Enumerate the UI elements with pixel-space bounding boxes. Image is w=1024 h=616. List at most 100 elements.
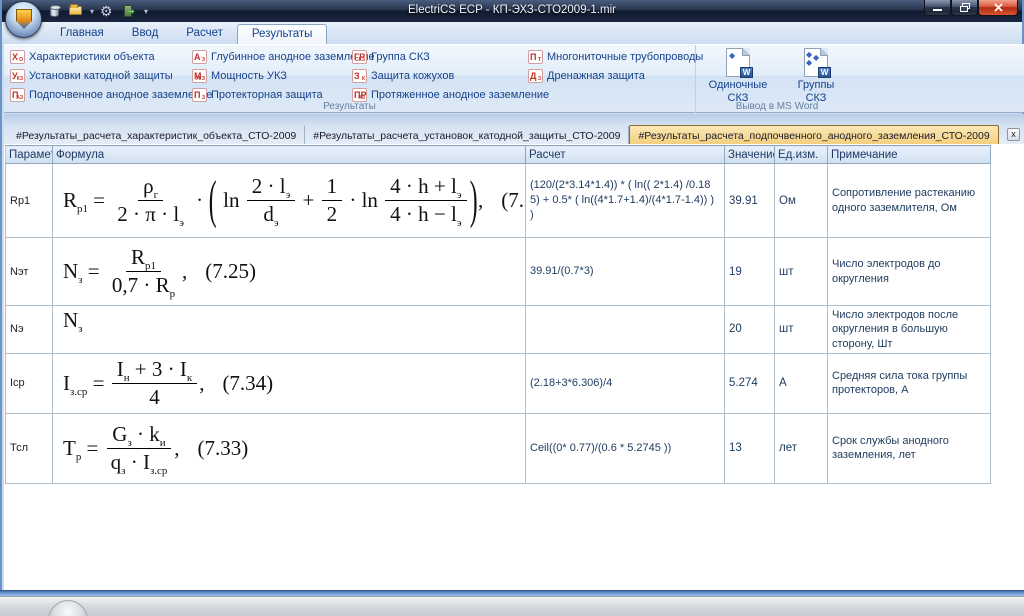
formula-cell: Nз = Rр10,7 · Rр,(7.25)	[53, 238, 526, 306]
note-cell: Срок службы анодного заземления, лет	[828, 413, 991, 483]
app-logo-icon	[16, 9, 32, 29]
group-skz-word-button[interactable]: ◆ ◆ ◆ W Группы СКЗ	[781, 48, 851, 105]
col-header-formula[interactable]: Формула	[53, 146, 526, 164]
col-header-param[interactable]: Параметр	[6, 146, 53, 164]
unit-cell: шт	[775, 238, 828, 306]
casing-protection-icon: ЗК	[352, 69, 367, 83]
calc-cell: Ceil((0* 0.77)/(0.6 * 5.2745 ))	[526, 413, 725, 483]
col-header-calc[interactable]: Расчет	[526, 146, 725, 164]
deep-anode-grounding-icon: АЗ	[192, 50, 207, 64]
col-header-unit[interactable]: Ед.изм.	[775, 146, 828, 164]
table-row[interactable]: Rp1 Rр1 = ρг2 · π · lэ · ( ln 2 · lэdэ +…	[6, 164, 991, 238]
skz-group-icon: ГРСКЗ	[352, 50, 367, 64]
subsoil-anode-grounding-icon: ПАЗ	[10, 88, 25, 102]
results-table: Параметр Формула Расчет Значение Ед.изм.…	[5, 145, 991, 484]
restore-button[interactable]	[951, 0, 978, 16]
table-row[interactable]: Nэт Nз = Rр10,7 · Rр,(7.25) 39.91/(0.7*3…	[6, 238, 991, 306]
ribbon-item-casing-protection[interactable]: ЗК Защита кожухов	[352, 68, 549, 83]
calc-cell	[526, 306, 725, 354]
ribbon: ХО Характеристики объекта УКЗ Установки …	[4, 44, 1024, 113]
tab-raschet[interactable]: Расчет	[172, 24, 237, 44]
unit-cell: лет	[775, 413, 828, 483]
cathodic-protection-units-icon: УКЗ	[10, 69, 25, 83]
formula-cell: Tр = Gз · kиqз · Iз.ср,(7.33)	[53, 413, 526, 483]
doc-tab-cathodic-protection[interactable]: #Результаты_расчета_установок_катодной_з…	[305, 126, 629, 144]
value-cell: 5.274	[725, 353, 775, 413]
application-menu-orb[interactable]	[5, 1, 42, 38]
note-cell: Число электродов после округления в боль…	[828, 306, 991, 354]
calc-cell: 39.91/(0.7*3)	[526, 238, 725, 306]
ribbon-item-ukz-power[interactable]: МУКЗ Мощность УКЗ	[192, 68, 375, 83]
word-document-icon: ◆ ◆ ◆ W	[804, 48, 828, 77]
formula-cell: Iз.ср = Iн + 3 · Iк4,(7.34)	[53, 353, 526, 413]
table-row[interactable]: Тсл Tр = Gз · kиqз · Iз.ср,(7.33) Ceil((…	[6, 413, 991, 483]
sacrificial-protection-icon: ПЗ	[192, 88, 207, 102]
note-cell: Сопротивление растеканию одного заземлит…	[828, 164, 991, 238]
doc-tab-subsoil-anode-grounding[interactable]: #Результаты_расчета_подпочвенного_анодно…	[629, 125, 998, 144]
value-cell: 39.91	[725, 164, 775, 238]
extended-anode-grounding-icon: ПРАЗ	[352, 88, 367, 102]
group-label-word-export: Вывод в MS Word	[697, 101, 857, 112]
formula-cell: Rр1 = ρг2 · π · lэ · ( ln 2 · lэdэ + 12 …	[53, 164, 526, 238]
value-cell: 19	[725, 238, 775, 306]
ribbon-item-drainage-protection[interactable]: ДЗ Дренажная защита	[528, 68, 703, 83]
unit-cell: шт	[775, 306, 828, 354]
calc-cell: (2.18+3*6.306)/4	[526, 353, 725, 413]
minimize-button[interactable]	[924, 0, 951, 16]
ribbon-item-object-characteristics[interactable]: ХО Характеристики объекта	[10, 49, 212, 64]
table-header-row: Параметр Формула Расчет Значение Ед.изм.…	[6, 146, 991, 164]
app-window: ▾ ⚙ ▾ ElectriCS ECP - КП-ЭХЗ-СТО2009-1.m…	[0, 0, 1024, 596]
taskbar	[0, 596, 1024, 616]
ribbon-item-extended-anode-grounding[interactable]: ПРАЗ Протяженное анодное заземление	[352, 87, 549, 102]
col-header-value[interactable]: Значение	[725, 146, 775, 164]
ribbon-item-sacrificial-protection[interactable]: ПЗ Протекторная защита	[192, 87, 375, 102]
calc-cell: (120/(2*3.14*1.4)) * ( ln(( 2*1.4) /0.18…	[526, 164, 725, 238]
word-w-badge: W	[740, 67, 753, 78]
table-row[interactable]: Nэ Nз 20 шт Число электродов после округ…	[6, 306, 991, 354]
document-tabs: #Результаты_расчета_характеристик_объект…	[8, 125, 999, 144]
window-controls	[924, 0, 1018, 16]
unit-cell: А	[775, 353, 828, 413]
note-cell: Число электродов до округления	[828, 238, 991, 306]
ribbon-group-results: ХО Характеристики объекта УКЗ Установки …	[4, 45, 696, 113]
value-cell: 20	[725, 306, 775, 354]
ribbon-item-cathodic-protection-units[interactable]: УКЗ Установки катодной защиты	[10, 68, 212, 83]
unit-cell: Ом	[775, 164, 828, 238]
value-cell: 13	[725, 413, 775, 483]
ribbon-group-word-export: ◆ W Одиночные СКЗ ◆ ◆ ◆ W Группы СКЗ	[697, 45, 857, 113]
screen: ▾ ⚙ ▾ ElectriCS ECP - КП-ЭХЗ-СТО2009-1.m…	[0, 0, 1024, 616]
ukz-power-icon: МУКЗ	[192, 69, 207, 83]
start-button[interactable]	[48, 600, 88, 616]
doc-tab-object-characteristics[interactable]: #Результаты_расчета_характеристик_объект…	[8, 126, 305, 144]
titlebar: ▾ ⚙ ▾ ElectriCS ECP - КП-ЭХЗ-СТО2009-1.m…	[2, 0, 1022, 22]
param-cell: Iср	[6, 353, 53, 413]
object-characteristics-icon: ХО	[10, 50, 25, 64]
document-area: Параметр Формула Расчет Значение Ед.изм.…	[4, 144, 1024, 590]
single-skz-word-button[interactable]: ◆ W Одиночные СКЗ	[703, 48, 773, 105]
ribbon-tab-bar: Главная Ввод Расчет Результаты	[2, 22, 1022, 44]
tab-rezultaty[interactable]: Результаты	[237, 24, 328, 44]
tab-vvod[interactable]: Ввод	[118, 24, 173, 44]
close-document-icon[interactable]: x	[1007, 128, 1020, 141]
param-cell: Тсл	[6, 413, 53, 483]
ribbon-item-skz-group[interactable]: ГРСКЗ Группа СКЗ	[352, 49, 549, 64]
ribbon-item-subsoil-anode-grounding[interactable]: ПАЗ Подпочвенное анодное заземление	[10, 87, 212, 102]
param-cell: Rp1	[6, 164, 53, 238]
note-cell: Средняя сила тока группы протекторов, А	[828, 353, 991, 413]
param-cell: Nэ	[6, 306, 53, 354]
ribbon-item-multiline-pipelines[interactable]: ПТ Многониточные трубопроводы	[528, 49, 703, 64]
tab-glavnaya[interactable]: Главная	[46, 24, 118, 44]
param-cell: Nэт	[6, 238, 53, 306]
close-button[interactable]	[978, 0, 1018, 16]
drainage-protection-icon: ДЗ	[528, 69, 543, 83]
group-label-results: Результаты	[4, 101, 695, 112]
formula-cell: Nз	[53, 306, 526, 354]
ribbon-item-deep-anode-grounding[interactable]: АЗ Глубинное анодное заземление	[192, 49, 375, 64]
window-title: ElectriCS ECP - КП-ЭХЗ-СТО2009-1.mir	[2, 4, 1022, 16]
col-header-note[interactable]: Примечание	[828, 146, 991, 164]
document-tab-strip: #Результаты_расчета_характеристик_объект…	[4, 114, 1024, 144]
table-row[interactable]: Iср Iз.ср = Iн + 3 · Iк4,(7.34) (2.18+3*…	[6, 353, 991, 413]
word-document-icon: ◆ W	[726, 48, 750, 77]
word-w-badge: W	[818, 67, 831, 78]
multiline-pipelines-icon: ПТ	[528, 50, 543, 64]
